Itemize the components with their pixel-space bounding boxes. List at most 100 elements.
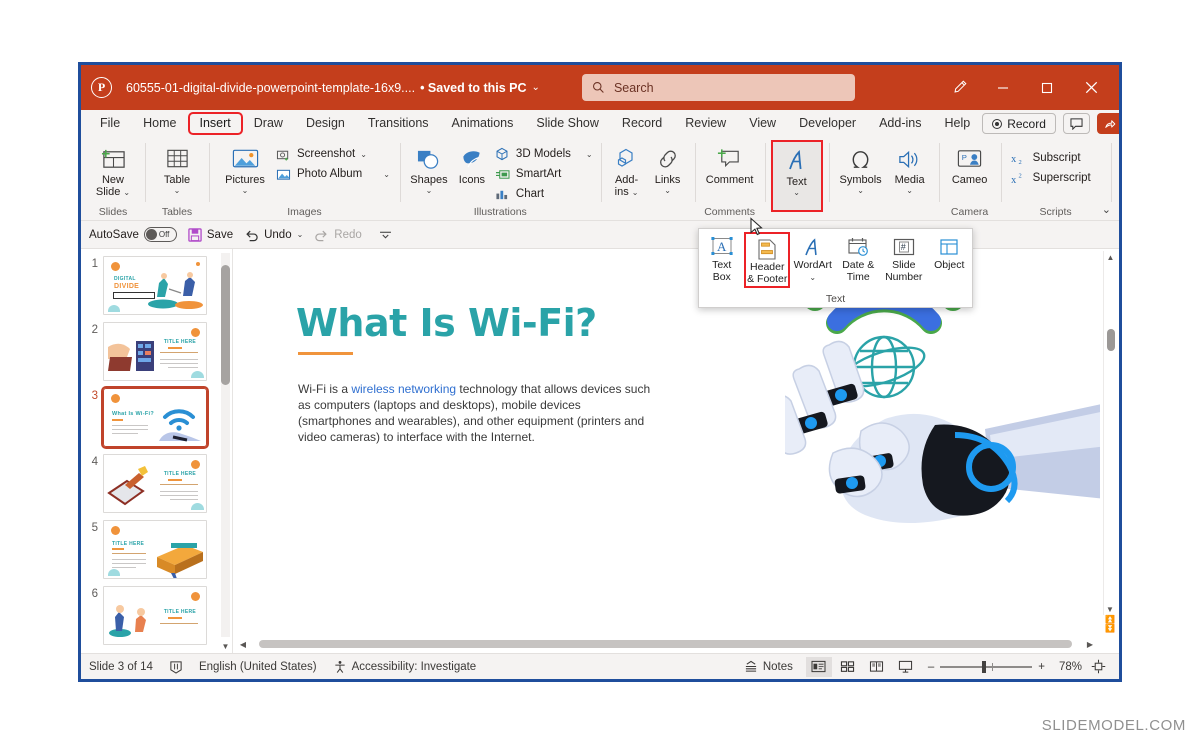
accessibility-checker[interactable]: Accessibility: Investigate <box>333 660 476 674</box>
document-title[interactable]: 60555-01-digital-divide-powerpoint-templ… <box>126 81 415 95</box>
tab-view[interactable]: View <box>738 113 787 134</box>
slide-title[interactable]: What Is Wi-Fi? <box>296 301 597 345</box>
canvas-horizontal-scrollbar[interactable]: ◀ ▶ <box>233 637 1100 651</box>
scroll-down-arrow-icon[interactable]: ▼ <box>1103 606 1117 614</box>
scroll-right-arrow-icon[interactable]: ▶ <box>1080 640 1100 649</box>
scroll-left-arrow-icon[interactable]: ◀ <box>233 640 253 649</box>
chevron-down-icon[interactable]: ⌄ <box>532 82 540 93</box>
media-button[interactable]: Media ⌄ <box>887 140 933 195</box>
tab-design[interactable]: Design <box>295 113 356 134</box>
autosave-toggle[interactable]: AutoSave Off <box>89 227 177 242</box>
pictures-button[interactable]: Pictures ⌄ <box>217 140 273 195</box>
comment-button[interactable]: Comment <box>701 140 759 186</box>
thumbnail-item-3[interactable]: 3 What Is Wi-Fi? <box>81 381 232 449</box>
tab-home[interactable]: Home <box>132 113 187 134</box>
scrollbar-thumb[interactable] <box>221 265 230 385</box>
fit-slide-button[interactable] <box>1085 657 1111 677</box>
zoom-track[interactable] <box>940 660 1033 673</box>
share-button[interactable]: Share ⌄ <box>1096 113 1119 134</box>
previous-slide-icon[interactable]: ⏫ <box>1103 616 1117 624</box>
text-button[interactable]: Text ⌄ <box>770 140 823 212</box>
superscript-button[interactable]: x2 Superscript <box>1009 168 1093 188</box>
tab-record[interactable]: Record <box>611 113 673 134</box>
notes-button[interactable]: Notes <box>744 660 793 673</box>
tab-slide-show[interactable]: Slide Show <box>525 113 610 134</box>
tab-transitions[interactable]: Transitions <box>357 113 440 134</box>
current-slide[interactable]: What Is Wi-Fi? Wi-Fi is a wireless netwo… <box>266 249 1100 635</box>
chevron-down-icon[interactable]: ⌄ <box>360 150 367 159</box>
table-button[interactable]: Table ⌄ <box>151 140 203 195</box>
links-button[interactable]: Links ⌄ <box>647 140 689 195</box>
new-slide-button[interactable]: New Slide ⌄ <box>87 140 139 199</box>
screenshot-button[interactable]: Screenshot ⌄ <box>273 144 392 164</box>
save-button[interactable]: Save <box>188 227 233 242</box>
chevron-down-icon[interactable]: ⌄ <box>426 187 433 195</box>
zoom-level-label[interactable]: 78% <box>1054 661 1082 673</box>
thumbnail-item-1[interactable]: 1 DIGITAL DIVIDE <box>81 249 232 315</box>
thumbnail-preview[interactable]: TITLE HERE <box>103 586 207 645</box>
thumbnail-preview[interactable]: TITLE HERE <box>103 454 207 513</box>
record-button[interactable]: Record <box>982 113 1056 134</box>
zoom-slider[interactable]: – + <box>928 660 1045 673</box>
icons-button[interactable]: Icons <box>452 140 492 186</box>
chevron-down-icon[interactable]: ⌄ <box>383 170 390 179</box>
slide-counter[interactable]: Slide 3 of 14 <box>89 661 153 673</box>
wordart-item[interactable]: WordArt ⌄ <box>790 232 836 288</box>
symbols-button[interactable]: Symbols ⌄ <box>835 140 887 195</box>
zoom-in-button[interactable]: + <box>1038 661 1045 673</box>
spellcheck-button[interactable] <box>169 660 183 674</box>
tab-developer[interactable]: Developer <box>788 113 867 134</box>
canvas-scroll-bottom-controls[interactable]: ▼ ⏫ ⏬ <box>1103 606 1117 633</box>
language-indicator[interactable]: English (United States) <box>199 661 317 673</box>
chevron-down-icon[interactable]: ⌄ <box>664 187 671 195</box>
thumbnail-item-5[interactable]: 5 TITLE HERE <box>81 513 232 579</box>
search-input[interactable]: Search <box>581 74 855 101</box>
zoom-out-button[interactable]: – <box>928 661 934 673</box>
shapes-button[interactable]: Shapes ⌄ <box>406 140 452 195</box>
tab-draw[interactable]: Draw <box>243 113 294 134</box>
cameo-button[interactable]: P Cameo <box>945 140 995 186</box>
saved-state-label[interactable]: • Saved to this PC <box>420 81 526 95</box>
zoom-handle[interactable] <box>982 660 987 673</box>
photo-album-button[interactable]: Photo Album ⌄ <box>273 164 392 184</box>
chevron-down-icon[interactable]: ⌄ <box>632 188 639 197</box>
chevron-down-icon[interactable]: ⌄ <box>123 188 130 197</box>
chart-button[interactable]: Chart <box>492 184 595 204</box>
text-box-item[interactable]: A Text Box <box>699 232 745 288</box>
scroll-down-arrow-icon[interactable]: ▼ <box>221 642 230 651</box>
canvas-vertical-scrollbar[interactable]: ▲ <box>1103 251 1117 615</box>
slideshow-button[interactable] <box>893 657 919 677</box>
add-ins-button[interactable]: Add- ins ⌄ <box>607 140 647 199</box>
tab-add-ins[interactable]: Add-ins <box>868 113 932 134</box>
chevron-down-icon[interactable]: ⌄ <box>793 189 800 197</box>
thumbnail-preview[interactable]: TITLE HERE <box>103 520 207 579</box>
slide-canvas[interactable]: What Is Wi-Fi? Wi-Fi is a wireless netwo… <box>233 249 1119 653</box>
date-time-item[interactable]: Date & Time <box>836 232 882 288</box>
chevron-down-icon[interactable]: ⌄ <box>809 272 816 284</box>
pen-draw-icon[interactable] <box>937 65 981 110</box>
slide-thumbnail-pane[interactable]: 1 DIGITAL DIVIDE 2 TITLE HERE 3 What Is … <box>81 249 233 653</box>
normal-view-button[interactable] <box>805 656 832 677</box>
chevron-down-icon[interactable]: ⌄ <box>857 187 864 195</box>
slide-sorter-button[interactable] <box>835 657 861 677</box>
minimize-button[interactable] <box>981 65 1025 110</box>
thumbnail-preview[interactable]: TITLE HERE <box>103 322 207 381</box>
smartart-button[interactable]: SmartArt <box>492 164 595 184</box>
chevron-down-icon[interactable]: ⌄ <box>174 187 181 195</box>
collapse-ribbon-button[interactable]: ⌄ <box>1102 203 1111 216</box>
qat-more-icon[interactable] <box>379 230 392 240</box>
3d-models-button[interactable]: 3D Models ⌄ <box>492 144 595 164</box>
object-item[interactable]: Object <box>927 232 973 288</box>
undo-button[interactable]: Undo ⌄ <box>244 228 303 242</box>
scrollbar-thumb[interactable] <box>1107 329 1115 351</box>
comments-button[interactable] <box>1062 113 1090 134</box>
maximize-button[interactable] <box>1025 65 1069 110</box>
scroll-up-arrow-icon[interactable]: ▲ <box>1107 251 1115 264</box>
tab-insert[interactable]: Insert <box>187 112 243 135</box>
subscript-button[interactable]: x2 Subscript <box>1009 148 1093 168</box>
tab-animations[interactable]: Animations <box>441 113 525 134</box>
thumbnail-item-4[interactable]: 4 TITLE HERE <box>81 447 232 513</box>
thumbnail-preview[interactable]: DIGITAL DIVIDE <box>103 256 207 315</box>
tab-help[interactable]: Help <box>933 113 981 134</box>
slide-body-text[interactable]: Wi-Fi is a wireless networking technolog… <box>298 381 654 445</box>
